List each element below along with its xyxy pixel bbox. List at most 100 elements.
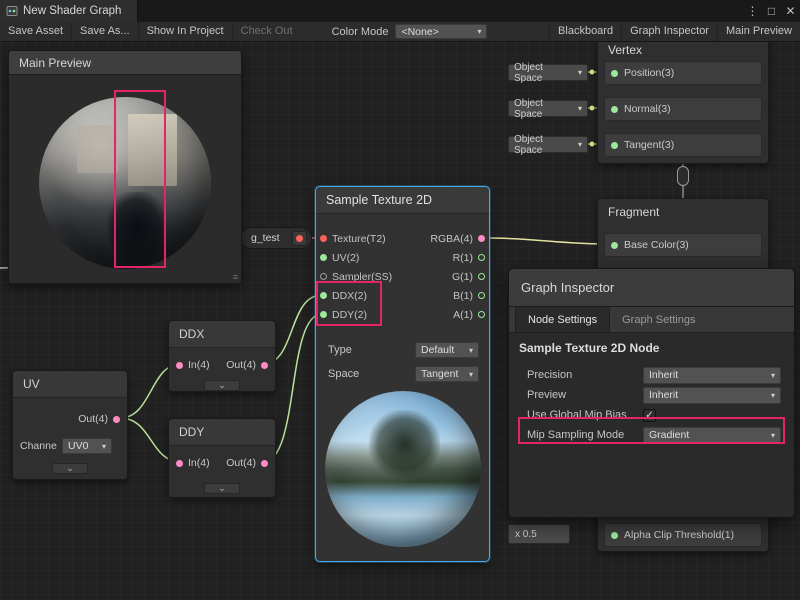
- show-in-project-button[interactable]: Show In Project: [138, 22, 232, 41]
- check-out-button[interactable]: Check Out: [232, 22, 301, 41]
- ddx-out-port[interactable]: [261, 362, 268, 369]
- alpha-clip-value-field[interactable]: x 0.5: [508, 524, 570, 544]
- tangent-space-dropdown[interactable]: Object Space▾: [508, 136, 588, 153]
- b-out-port[interactable]: [478, 292, 485, 299]
- color-mode-value: <None>: [401, 26, 438, 38]
- graph-canvas[interactable]: Main Preview ≡ Vertex Position(3) Normal…: [0, 42, 800, 600]
- precision-dropdown[interactable]: Inherit ▾: [643, 367, 781, 384]
- port-row-normal[interactable]: Normal(3): [604, 97, 762, 121]
- ddx-out-label: Out(4): [226, 359, 256, 371]
- main-preview-sphere: [39, 97, 211, 269]
- uv-channel-row: Channel UV0 ▾: [20, 435, 120, 457]
- fragment-title: Fragment: [598, 199, 768, 225]
- property-texture-port[interactable]: [296, 235, 303, 242]
- texture-in-port[interactable]: [320, 235, 327, 242]
- ddy-out-port[interactable]: [261, 460, 268, 467]
- port-row-ddx: DDX(2): [320, 286, 403, 305]
- port-row-uv: UV(2): [320, 248, 403, 267]
- base-color-port[interactable]: [611, 242, 618, 249]
- close-icon[interactable]: ✕: [781, 4, 800, 18]
- maximize-icon[interactable]: □: [762, 4, 781, 18]
- normal-port[interactable]: [611, 106, 618, 113]
- preview-label: Preview: [527, 389, 566, 401]
- channel-label: Channel: [20, 440, 57, 452]
- space-port-dot: [590, 106, 595, 111]
- ddx-in-port[interactable]: [320, 292, 327, 299]
- port-row-alpha-clip[interactable]: Alpha Clip Threshold(1): [604, 523, 762, 547]
- channel-dropdown[interactable]: UV0 ▾: [62, 438, 112, 454]
- color-mode-dropdown[interactable]: <None> ▾: [395, 24, 487, 39]
- wire-rgba-to-basecolor[interactable]: [487, 238, 608, 244]
- space-port-dot: [590, 142, 595, 147]
- main-preview-panel[interactable]: Main Preview ≡: [8, 50, 242, 284]
- graph-inspector-panel[interactable]: Graph Inspector Node Settings Graph Sett…: [508, 268, 795, 518]
- tree-reflection: [369, 410, 441, 479]
- preview-dropdown[interactable]: Inherit ▾: [643, 387, 781, 404]
- sample-node-preview-sphere: [325, 391, 481, 547]
- port-row-rgba: RGBA(4): [403, 229, 486, 248]
- port-row-position[interactable]: Position(3): [604, 61, 762, 85]
- check-icon: ✓: [645, 410, 653, 421]
- save-as-button[interactable]: Save As...: [71, 22, 138, 41]
- g-out-port[interactable]: [478, 273, 485, 280]
- sampler-in-port[interactable]: [320, 273, 327, 280]
- shader-graph-icon: [6, 5, 18, 17]
- mip-bias-checkbox[interactable]: ✓: [643, 409, 656, 422]
- precision-row: Precision Inherit ▾: [527, 365, 786, 385]
- toolbar-right-group: Blackboard Graph Inspector Main Preview: [549, 22, 800, 41]
- texture-property-node[interactable]: g_test: [240, 227, 312, 249]
- position-port[interactable]: [611, 70, 618, 77]
- inspector-tabs: Node Settings Graph Settings: [509, 307, 794, 333]
- type-dropdown[interactable]: Default ▾: [415, 342, 479, 358]
- tab-graph-settings[interactable]: Graph Settings: [610, 307, 707, 332]
- uv-out-port[interactable]: [113, 416, 120, 423]
- document-tab[interactable]: New Shader Graph: [0, 0, 138, 22]
- rgba-out-port[interactable]: [478, 235, 485, 242]
- graph-inspector-title: Graph Inspector: [521, 280, 614, 295]
- main-preview-button[interactable]: Main Preview: [717, 22, 800, 41]
- ddy-node[interactable]: DDY In(4) Out(4) ⌄: [168, 418, 276, 498]
- mip-mode-dropdown[interactable]: Gradient ▾: [643, 427, 781, 444]
- graph-inspector-button[interactable]: Graph Inspector: [621, 22, 717, 41]
- property-port-box: [292, 231, 307, 246]
- ddx-node[interactable]: DDX In(4) Out(4) ⌄: [168, 320, 276, 392]
- main-preview-header[interactable]: Main Preview: [9, 51, 241, 75]
- blackboard-button[interactable]: Blackboard: [549, 22, 621, 41]
- input-ports-column: Texture(T2) UV(2) Sampler(SS) DDX(2) DDY…: [320, 229, 403, 324]
- chevron-down-icon: ▾: [771, 431, 775, 440]
- vertex-node[interactable]: Vertex Position(3) Normal(3) Tangent(3): [597, 42, 769, 164]
- sample-texture-2d-node[interactable]: Sample Texture 2D Texture(T2) UV(2) Samp…: [315, 186, 490, 562]
- resize-handle-icon[interactable]: ≡: [233, 273, 238, 281]
- collapse-chevron-icon[interactable]: ⌄: [204, 380, 240, 391]
- reflection-building: [77, 125, 118, 173]
- ddy-in-port[interactable]: [320, 311, 327, 318]
- collapse-chevron-icon[interactable]: ⌄: [204, 483, 240, 494]
- graph-inspector-header[interactable]: Graph Inspector: [509, 269, 794, 307]
- port-row-base-color[interactable]: Base Color(3): [604, 233, 762, 257]
- chevron-down-icon: ▾: [578, 140, 582, 149]
- port-row-a: A(1): [403, 305, 486, 324]
- position-space-dropdown[interactable]: Object Space▾: [508, 64, 588, 81]
- uv-node[interactable]: UV Out(4) Channel UV0 ▾ ⌄: [12, 370, 128, 480]
- sample-ports: Texture(T2) UV(2) Sampler(SS) DDX(2) DDY…: [320, 229, 485, 324]
- ddy-in-port[interactable]: [176, 460, 183, 467]
- chevron-down-icon: ▾: [578, 104, 582, 113]
- r-out-port[interactable]: [478, 254, 485, 261]
- normal-space-dropdown[interactable]: Object Space▾: [508, 100, 588, 117]
- ddx-in-port[interactable]: [176, 362, 183, 369]
- port-row-sampler: Sampler(SS): [320, 267, 403, 286]
- sample-node-title: Sample Texture 2D: [316, 187, 489, 214]
- tangent-port[interactable]: [611, 142, 618, 149]
- space-label: Space: [328, 368, 359, 380]
- uv-in-port[interactable]: [320, 254, 327, 261]
- tab-node-settings[interactable]: Node Settings: [515, 307, 610, 332]
- port-row-ddy: DDY(2): [320, 305, 403, 324]
- window-menu-icon[interactable]: ⋮: [743, 4, 762, 18]
- a-out-port[interactable]: [478, 311, 485, 318]
- collapse-chevron-icon[interactable]: ⌄: [52, 463, 88, 474]
- alpha-clip-port[interactable]: [611, 532, 618, 539]
- space-dropdown[interactable]: Tangent ▾: [415, 366, 479, 382]
- port-row-tangent[interactable]: Tangent(3): [604, 133, 762, 157]
- port-row-texture: Texture(T2): [320, 229, 403, 248]
- save-asset-button[interactable]: Save Asset: [0, 22, 71, 41]
